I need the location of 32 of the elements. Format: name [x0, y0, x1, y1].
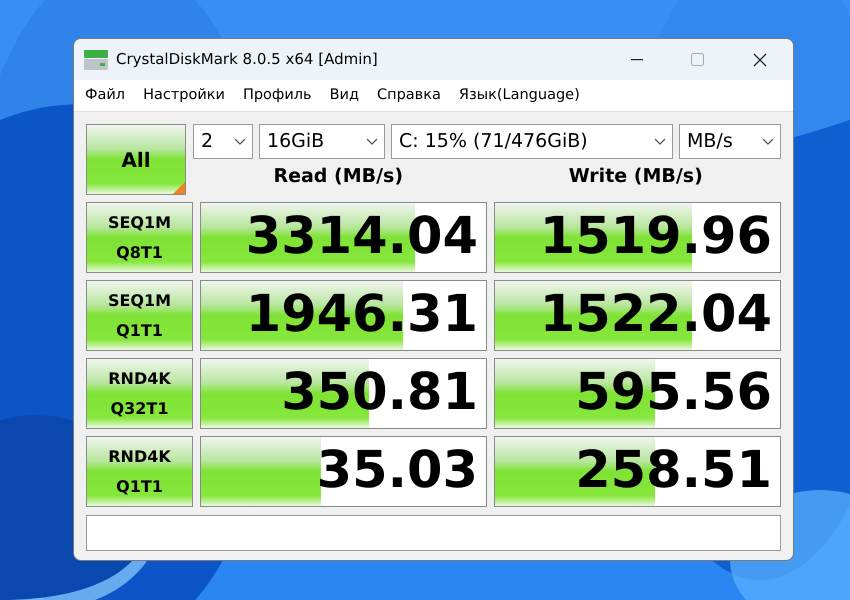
chevron-icon — [762, 138, 774, 145]
menu-item[interactable]: Настройки — [134, 84, 234, 106]
menu-item[interactable]: Вид — [320, 84, 368, 106]
result-value: 35.03 — [316, 441, 478, 501]
close-icon — [753, 52, 767, 66]
result-value: 258.51 — [575, 441, 772, 501]
window-title: CrystalDiskMark 8.0.5 x64 [Admin] — [116, 49, 378, 70]
minimize-icon — [631, 58, 643, 60]
comment-field[interactable] — [86, 515, 781, 551]
disk-icon — [83, 48, 109, 72]
maximize-icon — [690, 53, 704, 66]
test-button[interactable]: RND4K Q1T1 — [86, 436, 193, 507]
dropdown[interactable]: 16GiB — [259, 124, 385, 159]
test-button[interactable]: SEQ1M Q8T1 — [86, 202, 193, 273]
dropdown[interactable]: MB/s — [679, 124, 781, 159]
column-heading: Read (MB/s) — [273, 165, 404, 187]
column-heading: Write (MB/s) — [568, 165, 703, 187]
chevron-icon — [366, 138, 378, 145]
result-value: 595.56 — [575, 363, 772, 423]
dropdown[interactable]: C: 15% (71/476GiB) — [391, 124, 673, 159]
result-value: 350.81 — [281, 363, 478, 423]
test-button[interactable]: RND4K Q32T1 — [86, 358, 193, 429]
corner-icon — [173, 182, 185, 194]
menu-item[interactable]: Профиль — [234, 84, 321, 106]
menu-item[interactable]: Язык(Language) — [450, 84, 589, 106]
menu-item[interactable]: Справка — [368, 84, 450, 106]
chevron-icon — [654, 138, 666, 145]
dropdown[interactable]: 2 — [193, 124, 253, 159]
menu-item[interactable]: Файл — [76, 84, 134, 106]
test-button[interactable]: SEQ1M Q1T1 — [86, 280, 193, 351]
all-button[interactable]: All — [86, 124, 186, 195]
chevron-icon — [234, 138, 246, 145]
